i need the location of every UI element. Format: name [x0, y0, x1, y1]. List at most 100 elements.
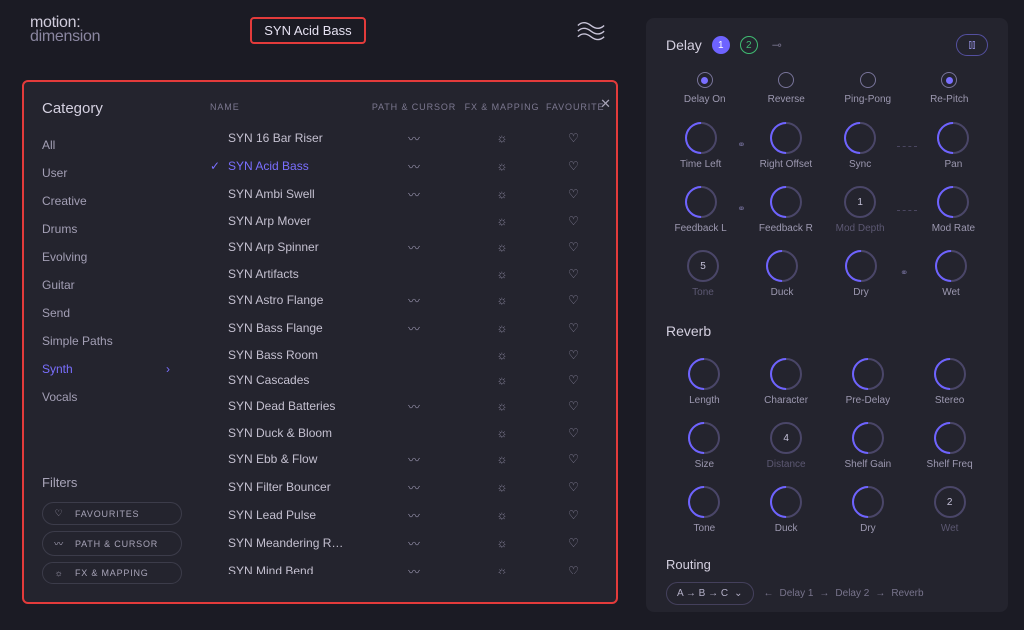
col-fx[interactable]: FX & MAPPING	[458, 102, 546, 112]
favourite-icon[interactable]: ♡	[546, 214, 601, 228]
stage-2-pill[interactable]: 2	[740, 36, 758, 54]
add-fx-icon[interactable]: ⊸	[772, 38, 782, 52]
fx-icon[interactable]: ☼	[458, 131, 546, 145]
routing-mode-select[interactable]: A → B → C⌄	[666, 582, 754, 605]
preset-row[interactable]: SYN Bass Flange 〰 ☼ ♡	[210, 314, 601, 342]
knob[interactable]: 2Wet	[911, 481, 988, 539]
col-name[interactable]: NAME	[210, 102, 370, 112]
path-icon[interactable]: 〰	[370, 320, 458, 337]
knob[interactable]: 1Mod Depth	[826, 181, 895, 239]
preset-row[interactable]: SYN Arp Spinner 〰 ☼ ♡	[210, 233, 601, 261]
fx-icon[interactable]: ☼	[458, 321, 546, 335]
fx-icon[interactable]: ☼	[458, 293, 546, 307]
category-item[interactable]: User	[42, 161, 182, 185]
knob[interactable]: Sync	[826, 117, 895, 175]
fx-icon[interactable]: ☼	[458, 564, 546, 574]
preset-row[interactable]: SYN Artifacts ☼ ♡	[210, 261, 601, 286]
favourite-icon[interactable]: ♡	[546, 452, 601, 466]
preset-row[interactable]: SYN Ambi Swell 〰 ☼ ♡	[210, 180, 601, 208]
knob[interactable]: 5Tone	[666, 245, 740, 303]
close-icon[interactable]: ✕	[600, 96, 611, 112]
mode-radio[interactable]: Delay On	[666, 72, 744, 105]
preset-row[interactable]: SYN Bass Room ☼ ♡	[210, 342, 601, 367]
fx-icon[interactable]: ☼	[458, 426, 546, 440]
path-icon[interactable]: 〰	[370, 479, 458, 496]
knob[interactable]: Size	[666, 417, 743, 475]
favourite-icon[interactable]: ♡	[546, 373, 601, 387]
fx-icon[interactable]: ☼	[458, 214, 546, 228]
favourite-icon[interactable]: ♡	[546, 293, 601, 307]
fx-icon[interactable]: ☼	[458, 348, 546, 362]
fx-icon[interactable]: ☼	[458, 240, 546, 254]
filter-button[interactable]: 〰PATH & CURSOR	[42, 531, 182, 556]
knob[interactable]: Pan	[919, 117, 988, 175]
favourite-icon[interactable]: ♡	[546, 348, 601, 362]
path-icon[interactable]: 〰	[370, 535, 458, 552]
mode-radio[interactable]: Ping-Pong	[829, 72, 907, 105]
favourite-icon[interactable]: ♡	[546, 564, 601, 574]
path-icon[interactable]: 〰	[370, 239, 458, 256]
category-item[interactable]: Creative	[42, 189, 182, 213]
preset-row[interactable]: SYN Cascades ☼ ♡	[210, 367, 601, 392]
path-icon[interactable]: 〰	[370, 158, 458, 175]
preset-list[interactable]: SYN 16 Bar Riser 〰 ☼ ♡ ✓SYN Acid Bass 〰 …	[210, 124, 607, 574]
favourite-icon[interactable]: ♡	[546, 399, 601, 413]
favourite-icon[interactable]: ♡	[546, 426, 601, 440]
preset-row[interactable]: SYN Lead Pulse 〰 ☼ ♡	[210, 501, 601, 529]
favourite-icon[interactable]: ♡	[546, 187, 601, 201]
path-icon[interactable]: 〰	[370, 398, 458, 415]
favourite-icon[interactable]: ♡	[546, 321, 601, 335]
knob[interactable]: Duck	[745, 245, 819, 303]
knob[interactable]: Right Offset	[751, 117, 820, 175]
preset-display[interactable]: SYN Acid Bass	[250, 17, 365, 44]
mode-radio[interactable]: Reverse	[748, 72, 826, 105]
knob[interactable]: Wet	[914, 245, 988, 303]
fx-icon[interactable]: ☼	[458, 480, 546, 494]
category-item[interactable]: All	[42, 133, 182, 157]
favourite-icon[interactable]: ♡	[546, 131, 601, 145]
path-icon[interactable]: 〰	[370, 563, 458, 575]
fx-icon[interactable]: ☼	[458, 508, 546, 522]
knob[interactable]: 4Distance	[748, 417, 825, 475]
favourite-icon[interactable]: ♡	[546, 508, 601, 522]
knob[interactable]: Tone	[666, 481, 743, 539]
fx-icon[interactable]: ☼	[458, 452, 546, 466]
preset-row[interactable]: SYN Ebb & Flow 〰 ☼ ♡	[210, 445, 601, 473]
category-item[interactable]: Evolving	[42, 245, 182, 269]
category-item[interactable]: Send	[42, 301, 182, 325]
path-icon[interactable]: 〰	[370, 451, 458, 468]
knob[interactable]: Character	[748, 353, 825, 411]
fx-icon[interactable]: ☼	[458, 373, 546, 387]
category-item[interactable]: Guitar	[42, 273, 182, 297]
path-icon[interactable]: 〰	[370, 130, 458, 147]
preset-row[interactable]: SYN Duck & Bloom ☼ ♡	[210, 420, 601, 445]
filter-button[interactable]: ♡FAVOURITES	[42, 502, 182, 525]
preset-row[interactable]: SYN 16 Bar Riser 〰 ☼ ♡	[210, 124, 601, 152]
knob[interactable]: Stereo	[911, 353, 988, 411]
path-icon[interactable]: 〰	[370, 507, 458, 524]
knob[interactable]: Pre-Delay	[830, 353, 907, 411]
visualiser-button[interactable]: ⫾⫾	[956, 34, 988, 56]
fx-icon[interactable]: ☼	[458, 159, 546, 173]
favourite-icon[interactable]: ♡	[546, 240, 601, 254]
knob[interactable]: Shelf Freq	[911, 417, 988, 475]
knob[interactable]: Dry	[824, 245, 898, 303]
preset-row[interactable]: SYN Meandering R… 〰 ☼ ♡	[210, 529, 601, 557]
fx-icon[interactable]: ☼	[458, 267, 546, 281]
fx-icon[interactable]: ☼	[458, 187, 546, 201]
preset-row[interactable]: SYN Arp Mover ☼ ♡	[210, 208, 601, 233]
preset-row[interactable]: SYN Dead Batteries 〰 ☼ ♡	[210, 392, 601, 420]
preset-row[interactable]: ✓SYN Acid Bass 〰 ☼ ♡	[210, 152, 601, 180]
category-item[interactable]: Simple Paths	[42, 329, 182, 353]
wave-icon[interactable]	[576, 18, 606, 42]
preset-row[interactable]: SYN Mind Bend 〰 ☼ ♡	[210, 557, 601, 574]
path-icon[interactable]: 〰	[370, 292, 458, 309]
category-item[interactable]: Vocals	[42, 385, 182, 409]
knob[interactable]: Feedback L	[666, 181, 735, 239]
mode-radio[interactable]: Re-Pitch	[911, 72, 989, 105]
favourite-icon[interactable]: ♡	[546, 267, 601, 281]
category-item[interactable]: Drums	[42, 217, 182, 241]
preset-row[interactable]: SYN Filter Bouncer 〰 ☼ ♡	[210, 473, 601, 501]
favourite-icon[interactable]: ♡	[546, 480, 601, 494]
knob[interactable]: Length	[666, 353, 743, 411]
